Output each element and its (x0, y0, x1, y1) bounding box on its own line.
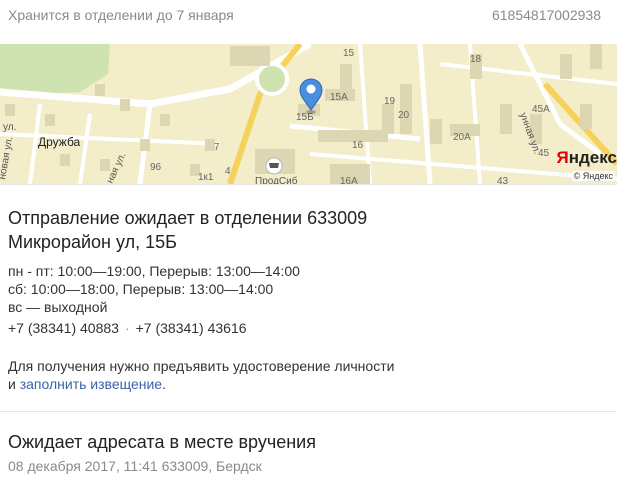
building-number: 19 (384, 96, 396, 107)
divider (0, 184, 617, 185)
hours-saturday: сб: 10:00—18:00, Перерыв: 13:00—14:00 (8, 281, 274, 297)
header-bar: Хранится в отделении до 7 января 6185481… (0, 0, 617, 44)
office-phones: +7 (38341) 40883 · +7 (38341) 43616 (8, 320, 247, 336)
map-label-shop: ПродСиб (255, 175, 298, 184)
pickup-note-text: Для получения нужно предъявить удостовер… (8, 358, 395, 374)
hours-weekdays: пн - пт: 10:00—19:00, Перерыв: 13:00—14:… (8, 263, 300, 279)
map-canvas[interactable]: Дружба новая ул. ул. ная ул. унная ул. 1… (0, 44, 617, 184)
building-number: 15А (330, 92, 348, 103)
building-number: 16 (352, 140, 364, 151)
building-number: 45А (532, 104, 550, 115)
building-number: 20 (398, 110, 410, 121)
event-meta: 08 декабря 2017, 11:41 633009, Бердск (8, 458, 262, 474)
building-number: 45 (538, 148, 550, 159)
building-number: 7 (214, 142, 220, 153)
divider (0, 411, 617, 412)
office-status-title: Отправление ожидает в отделении 633009 (8, 208, 368, 228)
map-copyright[interactable]: © Яндекс (571, 171, 615, 181)
building-number: 15 (343, 48, 355, 59)
storage-deadline: Хранится в отделении до 7 января (8, 7, 234, 23)
building-number: 18 (470, 54, 482, 65)
building-number: 43 (497, 176, 509, 184)
building-number: 96 (150, 162, 162, 173)
building-number: 16А (340, 176, 358, 184)
map-view[interactable]: Дружба новая ул. ул. ная ул. унная ул. 1… (0, 44, 617, 184)
phone-1[interactable]: +7 (38341) 40883 (8, 320, 119, 336)
yandex-logo: Яндекс (556, 148, 617, 167)
office-address: Микрорайон ул, 15Б (8, 232, 177, 252)
map-street-left2: ул. (3, 122, 16, 133)
building-number: 4 (225, 166, 231, 177)
office-hours: пн - пт: 10:00—19:00, Перерыв: 13:00—14:… (8, 262, 300, 316)
building-number: 20А (453, 132, 471, 143)
fill-notice-link[interactable]: заполнить извещение (20, 376, 162, 392)
event-status: Ожидает адресата в месте вручения (8, 432, 316, 452)
phone-2[interactable]: +7 (38341) 43616 (136, 320, 247, 336)
map-label-druzhba: Дружба (38, 135, 81, 149)
hours-sunday: вс — выходной (8, 299, 108, 315)
pickup-note: Для получения нужно предъявить удостовер… (8, 358, 395, 392)
tracking-number: 61854817002938 (491, 7, 601, 23)
building-number: 1к1 (198, 172, 214, 183)
